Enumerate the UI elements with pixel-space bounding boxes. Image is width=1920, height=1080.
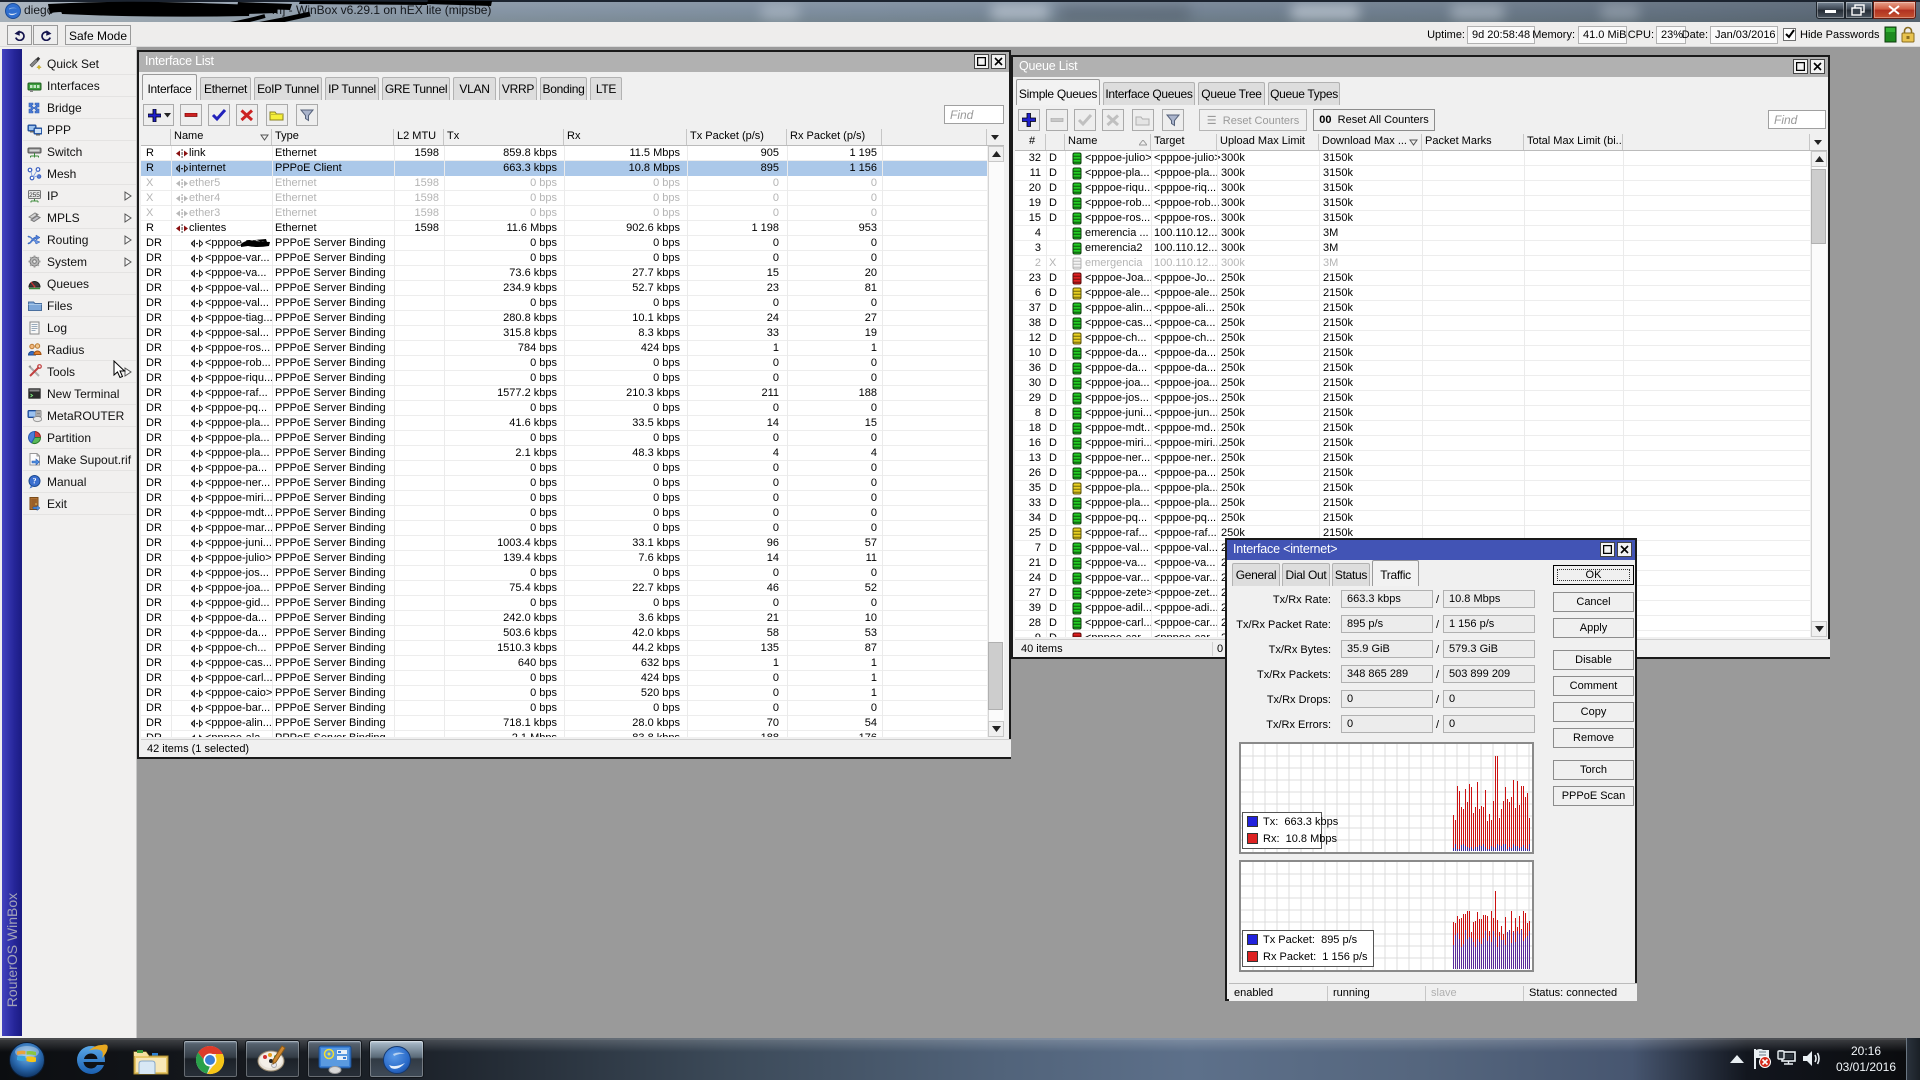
svg-text:?: ? [33, 477, 37, 486]
svg-text:255: 255 [29, 192, 40, 199]
